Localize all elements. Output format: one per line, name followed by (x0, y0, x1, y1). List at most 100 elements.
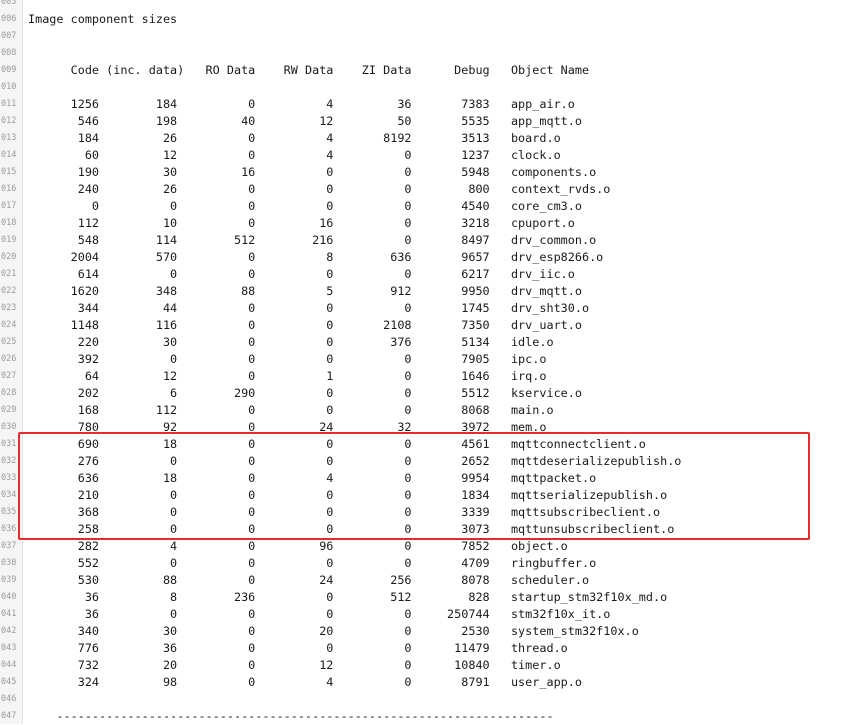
line-text: 690 18 0 0 0 4561 mqttconnectclient.o (28, 437, 646, 451)
line-text: 282 4 0 96 0 7852 object.o (28, 539, 568, 553)
editor-line[interactable]: 020 2004 570 0 8 636 9657 drv_esp8266.o (0, 249, 863, 266)
editor-line[interactable]: 040 36 8 236 0 512 828 startup_stm32f10x… (0, 589, 863, 606)
editor-line[interactable]: 025 220 30 0 0 376 5134 idle.o (0, 334, 863, 351)
line-text: 324 98 0 4 0 8791 user_app.o (28, 675, 582, 689)
line-number: 042 (1, 626, 17, 636)
line-number: 035 (1, 507, 17, 517)
editor-line[interactable]: 045 324 98 0 4 0 8791 user_app.o (0, 674, 863, 691)
editor-line[interactable]: 017 0 0 0 0 0 4540 core_cm3.o (0, 198, 863, 215)
line-text: 340 30 0 20 0 2530 system_stm32f10x.o (28, 624, 639, 638)
line-number: 017 (1, 201, 17, 211)
line-text: 780 92 0 24 32 3972 mem.o (28, 420, 547, 434)
line-number: 026 (1, 354, 17, 364)
editor-line[interactable]: 009 Code (inc. data) RO Data RW Data ZI … (0, 62, 863, 79)
line-number: 047 (1, 711, 17, 721)
line-text: 184 26 0 4 8192 3513 board.o (28, 131, 561, 145)
line-number: 040 (1, 592, 17, 602)
editor-line[interactable]: 037 282 4 0 96 0 7852 object.o (0, 538, 863, 555)
editor-line[interactable]: 014 60 12 0 4 0 1237 clock.o (0, 147, 863, 164)
line-text: 530 88 0 24 256 8078 scheduler.o (28, 573, 590, 587)
line-number: 034 (1, 490, 17, 500)
line-number: 022 (1, 286, 17, 296)
line-number: 043 (1, 643, 17, 653)
editor-line[interactable]: 023 344 44 0 0 0 1745 drv_sht30.o (0, 300, 863, 317)
line-number: 007 (1, 31, 17, 41)
line-text: 614 0 0 0 0 6217 drv_iic.o (28, 267, 575, 281)
editor-line[interactable]: 013 184 26 0 4 8192 3513 board.o (0, 130, 863, 147)
line-text: 190 30 16 0 0 5948 components.o (28, 165, 597, 179)
line-text: 36 8 236 0 512 828 startup_stm32f10x_md.… (28, 590, 668, 604)
editor-line[interactable]: 043 776 36 0 0 0 11479 thread.o (0, 640, 863, 657)
line-number: 006 (1, 14, 17, 24)
line-number: 021 (1, 269, 17, 279)
editor-line[interactable]: 011 1256 184 0 4 36 7383 app_air.o (0, 96, 863, 113)
line-text: 2004 570 0 8 636 9657 drv_esp8266.o (28, 250, 604, 264)
line-number: 016 (1, 184, 17, 194)
editor-line[interactable]: 008 (0, 45, 863, 62)
editor-line[interactable]: 027 64 12 0 1 0 1646 irq.o (0, 368, 863, 385)
editor-line[interactable]: 041 36 0 0 0 0 250744 stm32f10x_it.o (0, 606, 863, 623)
editor-line[interactable]: 033 636 18 0 4 0 9954 mqttpacket.o (0, 470, 863, 487)
editor-line[interactable]: 042 340 30 0 20 0 2530 system_stm32f10x.… (0, 623, 863, 640)
line-text: 64 12 0 1 0 1646 irq.o (28, 369, 547, 383)
line-number: 032 (1, 456, 17, 466)
editor-line[interactable]: 035 368 0 0 0 0 3339 mqttsubscribeclient… (0, 504, 863, 521)
editor-line[interactable]: 021 614 0 0 0 0 6217 drv_iic.o (0, 266, 863, 283)
editor-line[interactable]: 031 690 18 0 0 0 4561 mqttconnectclient.… (0, 436, 863, 453)
line-number: 019 (1, 235, 17, 245)
line-text: Code (inc. data) RO Data RW Data ZI Data… (28, 63, 590, 77)
line-text: 368 0 0 0 0 3339 mqttsubscribeclient.o (28, 505, 661, 519)
editor-line[interactable]: 026 392 0 0 0 0 7905 ipc.o (0, 351, 863, 368)
line-number: 024 (1, 320, 17, 330)
line-text: 552 0 0 0 0 4709 ringbuffer.o (28, 556, 597, 570)
line-text: 36 0 0 0 0 250744 stm32f10x_it.o (28, 607, 611, 621)
line-text: 1148 116 0 0 2108 7350 drv_uart.o (28, 318, 582, 332)
editor-line[interactable]: 022 1620 348 88 5 912 9950 drv_mqtt.o (0, 283, 863, 300)
editor-line[interactable]: 012 546 198 40 12 50 5535 app_mqtt.o (0, 113, 863, 130)
editor-line[interactable]: 036 258 0 0 0 0 3073 mqttunsubscribeclie… (0, 521, 863, 538)
line-number: 039 (1, 575, 17, 585)
line-text: 258 0 0 0 0 3073 mqttunsubscribeclient.o (28, 522, 675, 536)
editor-line[interactable]: 010 (0, 79, 863, 96)
editor-line[interactable]: 005 (0, 0, 863, 11)
text-editor-view[interactable]: 005 006 Image component sizes 007 008 009 Cod… (0, 0, 863, 725)
editor-line[interactable]: 044 732 20 0 12 0 10840 timer.o (0, 657, 863, 674)
editor-line[interactable]: 007 (0, 28, 863, 45)
line-text: 344 44 0 0 0 1745 drv_sht30.o (28, 301, 590, 315)
editor-line[interactable]: 019 548 114 512 216 0 8497 drv_common.o (0, 232, 863, 249)
line-number: 045 (1, 677, 17, 687)
line-number: 015 (1, 167, 17, 177)
line-text: 220 30 0 0 376 5134 idle.o (28, 335, 554, 349)
line-number: 011 (1, 99, 17, 109)
editor-line[interactable]: 028 202 6 290 0 0 5512 kservice.o (0, 385, 863, 402)
editor-line[interactable]: 034 210 0 0 0 0 1834 mqttserializepublis… (0, 487, 863, 504)
editor-line[interactable]: 024 1148 116 0 0 2108 7350 drv_uart.o (0, 317, 863, 334)
line-number: 020 (1, 252, 17, 262)
line-number: 012 (1, 116, 17, 126)
editor-line[interactable]: 038 552 0 0 0 0 4709 ringbuffer.o (0, 555, 863, 572)
line-number: 028 (1, 388, 17, 398)
line-number: 044 (1, 660, 17, 670)
editor-line[interactable]: 006 Image component sizes (0, 11, 863, 28)
line-number: 005 (1, 0, 17, 7)
editor-line[interactable]: 029 168 112 0 0 0 8068 main.o (0, 402, 863, 419)
line-number: 023 (1, 303, 17, 313)
editor-line[interactable]: 016 240 26 0 0 0 800 context_rvds.o (0, 181, 863, 198)
line-number: 031 (1, 439, 17, 449)
editor-line[interactable]: 032 276 0 0 0 0 2652 mqttdeserializepubl… (0, 453, 863, 470)
line-number: 008 (1, 48, 17, 58)
line-text: 636 18 0 4 0 9954 mqttpacket.o (28, 471, 597, 485)
line-text: Image component sizes (28, 12, 178, 26)
editor-line[interactable]: 039 530 88 0 24 256 8078 scheduler.o (0, 572, 863, 589)
line-number: 033 (1, 473, 17, 483)
line-text: 276 0 0 0 0 2652 mqttdeserializepublish.… (28, 454, 682, 468)
line-number: 027 (1, 371, 17, 381)
editor-line[interactable]: 047 ------------------------------------… (0, 708, 863, 725)
editor-line[interactable]: 018 112 10 0 16 0 3218 cpuport.o (0, 215, 863, 232)
line-text: 546 198 40 12 50 5535 app_mqtt.o (28, 114, 582, 128)
editor-line[interactable]: 046 (0, 691, 863, 708)
line-text: 210 0 0 0 0 1834 mqttserializepublish.o (28, 488, 668, 502)
editor-line[interactable]: 030 780 92 0 24 32 3972 mem.o (0, 419, 863, 436)
line-number: 036 (1, 524, 17, 534)
editor-line[interactable]: 015 190 30 16 0 0 5948 components.o (0, 164, 863, 181)
